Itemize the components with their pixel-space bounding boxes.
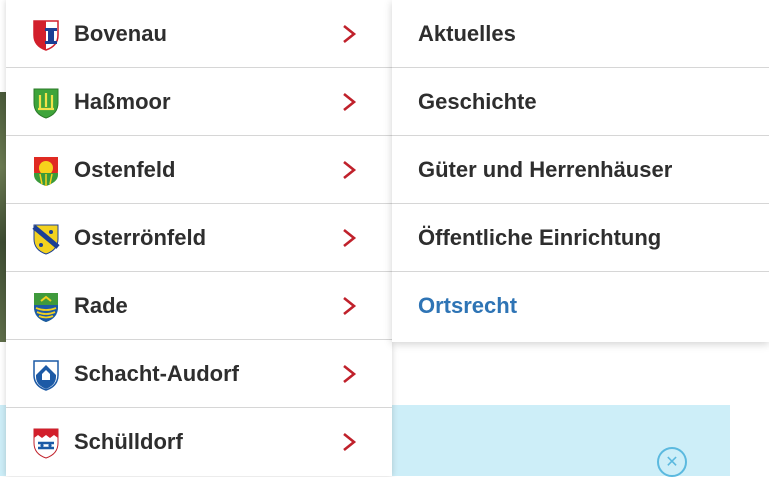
menu-item-ostenfeld[interactable]: Ostenfeld bbox=[6, 136, 392, 204]
submenu-panel: Aktuelles Geschichte Güter und Herrenhäu… bbox=[392, 0, 769, 342]
chevron-right-icon[interactable] bbox=[340, 364, 358, 384]
menu-item-bovenau[interactable]: Bovenau bbox=[6, 0, 392, 68]
menu-item-label: Schacht-Audorf bbox=[74, 361, 239, 386]
menu-item-label: Rade bbox=[74, 293, 128, 318]
municipality-menu: Bovenau Haßmoor Ostenfeld Osterrönfeld R… bbox=[6, 0, 392, 476]
submenu-item-ortsrecht[interactable]: Ortsrecht bbox=[392, 272, 769, 342]
chevron-right-icon[interactable] bbox=[340, 92, 358, 112]
menu-item-hassmoor[interactable]: Haßmoor bbox=[6, 68, 392, 136]
hassmoor-crest-icon bbox=[33, 88, 59, 119]
submenu-item-oeffentliche-einrichtung[interactable]: Öffentliche Einrichtung bbox=[392, 204, 769, 272]
rade-crest-icon bbox=[34, 293, 58, 322]
menu-item-label: Haßmoor bbox=[74, 89, 171, 114]
chevron-right-icon[interactable] bbox=[340, 24, 358, 44]
menu-item-schuelldorf[interactable]: Schülldorf bbox=[6, 408, 392, 476]
menu-item-osterroenfeld[interactable]: Osterrönfeld bbox=[6, 204, 392, 272]
ostenfeld-crest-icon bbox=[34, 157, 58, 186]
close-circle-icon[interactable]: ✕ bbox=[657, 447, 687, 477]
schacht-audorf-crest-icon bbox=[33, 360, 59, 391]
schuelldorf-crest-icon bbox=[33, 428, 59, 459]
menu-item-rade[interactable]: Rade bbox=[6, 272, 392, 340]
menu-item-label: Osterrönfeld bbox=[74, 225, 207, 250]
chevron-right-icon[interactable] bbox=[340, 296, 358, 316]
menu-item-label: Bovenau bbox=[74, 21, 167, 46]
menu-item-schacht-audorf[interactable]: Schacht-Audorf bbox=[6, 340, 392, 408]
submenu-item-geschichte[interactable]: Geschichte bbox=[392, 68, 769, 136]
menu-item-label: Ostenfeld bbox=[74, 157, 176, 182]
chevron-right-icon[interactable] bbox=[340, 432, 358, 452]
menu-item-label: Schülldorf bbox=[74, 429, 183, 454]
chevron-right-icon[interactable] bbox=[340, 228, 358, 248]
osterroenfeld-crest-icon bbox=[32, 224, 60, 255]
bovenau-crest-icon bbox=[33, 20, 59, 51]
chevron-right-icon[interactable] bbox=[340, 160, 358, 180]
submenu-item-gueter-herrenhaeuser[interactable]: Güter und Herrenhäuser bbox=[392, 136, 769, 204]
submenu-item-aktuelles[interactable]: Aktuelles bbox=[392, 0, 769, 68]
